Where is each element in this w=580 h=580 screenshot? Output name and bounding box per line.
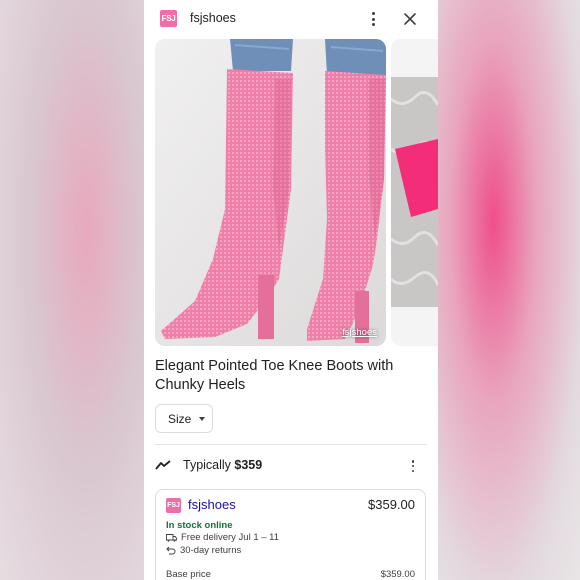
price-insight-row[interactable]: Typically $359 (155, 456, 427, 476)
stock-status: In stock online (166, 520, 233, 531)
base-price-value: $359.00 (380, 569, 415, 580)
size-dropdown-label: Size (168, 411, 192, 426)
offer-merchant-logo: FSJ (166, 498, 181, 513)
close-icon[interactable] (402, 11, 418, 27)
product-image-secondary[interactable] (391, 39, 438, 346)
clutch-illustration (391, 39, 438, 346)
return-icon (166, 546, 176, 555)
offer-price: $359.00 (368, 497, 415, 512)
typical-price-value: $359 (234, 458, 263, 472)
boots-illustration (155, 39, 386, 346)
offer-card[interactable]: FSJ fsjshoes $359.00 In stock online Fre… (155, 489, 426, 580)
panel-header: FSJ fsjshoes (144, 0, 438, 38)
merchant-name[interactable]: fsjshoes (190, 11, 236, 25)
image-credit-link[interactable]: fsjshoes (342, 327, 377, 338)
more-vert-icon[interactable] (366, 10, 380, 28)
divider (155, 444, 427, 445)
product-image-main[interactable]: fsjshoes (155, 39, 386, 346)
returns-info: 30-day returns (166, 545, 241, 556)
offer-merchant-link[interactable]: fsjshoes (188, 497, 236, 512)
truck-icon (166, 533, 177, 542)
typical-price-text: Typically $359 (183, 458, 263, 472)
more-vert-icon[interactable] (410, 460, 416, 472)
caret-down-icon (199, 416, 206, 421)
merchant-logo[interactable]: FSJ (160, 10, 177, 27)
base-price-label: Base price (166, 569, 211, 580)
size-dropdown[interactable]: Size (155, 404, 213, 433)
delivery-info: Free delivery Jul 1 – 11 (166, 532, 279, 543)
product-panel: FSJ fsjshoes fsjshoes Elegant Pointed To… (144, 0, 438, 580)
product-title: Elegant Pointed Toe Knee Boots with Chun… (155, 358, 394, 393)
trending-icon (155, 460, 171, 470)
background-right (436, 0, 580, 580)
background-left (0, 0, 144, 580)
